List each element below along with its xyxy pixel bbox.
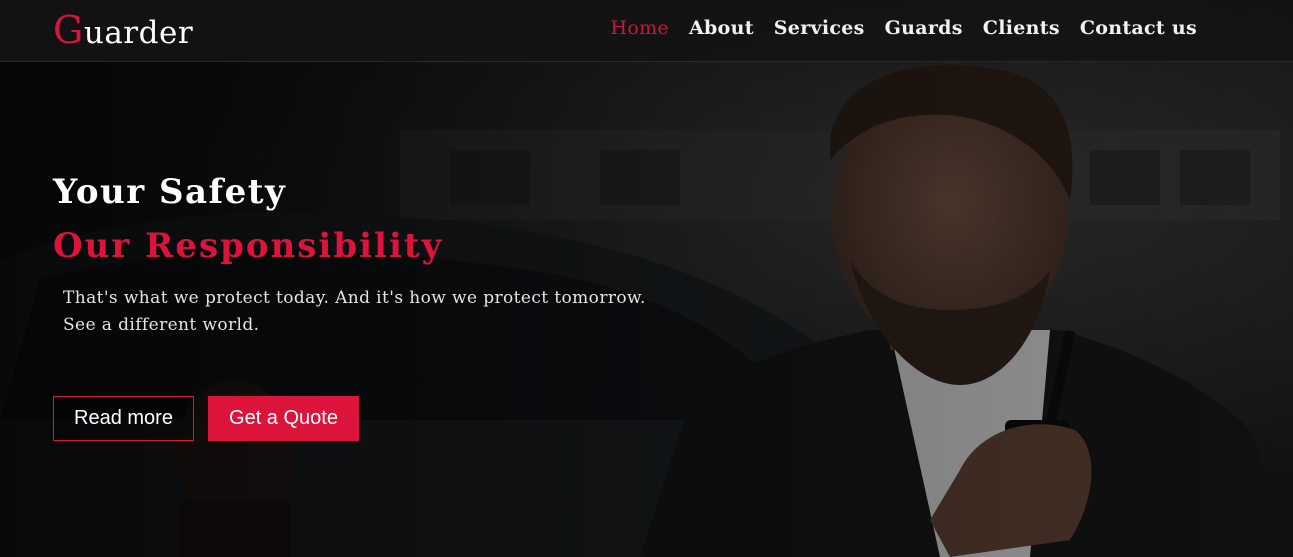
- nav-link-home[interactable]: Home: [611, 17, 669, 39]
- brand-logo-initial: G: [53, 8, 84, 52]
- hero-background-image: [0, 0, 1293, 557]
- nav-link-guards[interactable]: Guards: [885, 17, 963, 39]
- nav-link-clients[interactable]: Clients: [983, 17, 1060, 39]
- hero-headline-primary: Your Safety: [53, 172, 287, 212]
- nav-link-contact[interactable]: Contact us: [1080, 17, 1197, 39]
- read-more-button[interactable]: Read more: [53, 396, 194, 441]
- hero-headline-secondary: Our Responsibility: [53, 226, 444, 266]
- hero-tagline: That's what we protect today. And it's h…: [63, 285, 763, 339]
- hero-section: [0, 0, 1293, 557]
- brand-logo-rest: uarder: [83, 15, 194, 51]
- site-header: Guarder Home About Services Guards Clien…: [0, 0, 1293, 62]
- nav-link-services[interactable]: Services: [774, 17, 865, 39]
- nav-link-about[interactable]: About: [689, 17, 754, 39]
- hero-tagline-line2: See a different world.: [63, 315, 260, 335]
- main-nav: Home About Services Guards Clients Conta…: [611, 17, 1198, 39]
- hero-tagline-line1: That's what we protect today. And it's h…: [63, 288, 646, 308]
- get-quote-button[interactable]: Get a Quote: [208, 396, 359, 441]
- brand-logo[interactable]: Guarder: [53, 8, 193, 52]
